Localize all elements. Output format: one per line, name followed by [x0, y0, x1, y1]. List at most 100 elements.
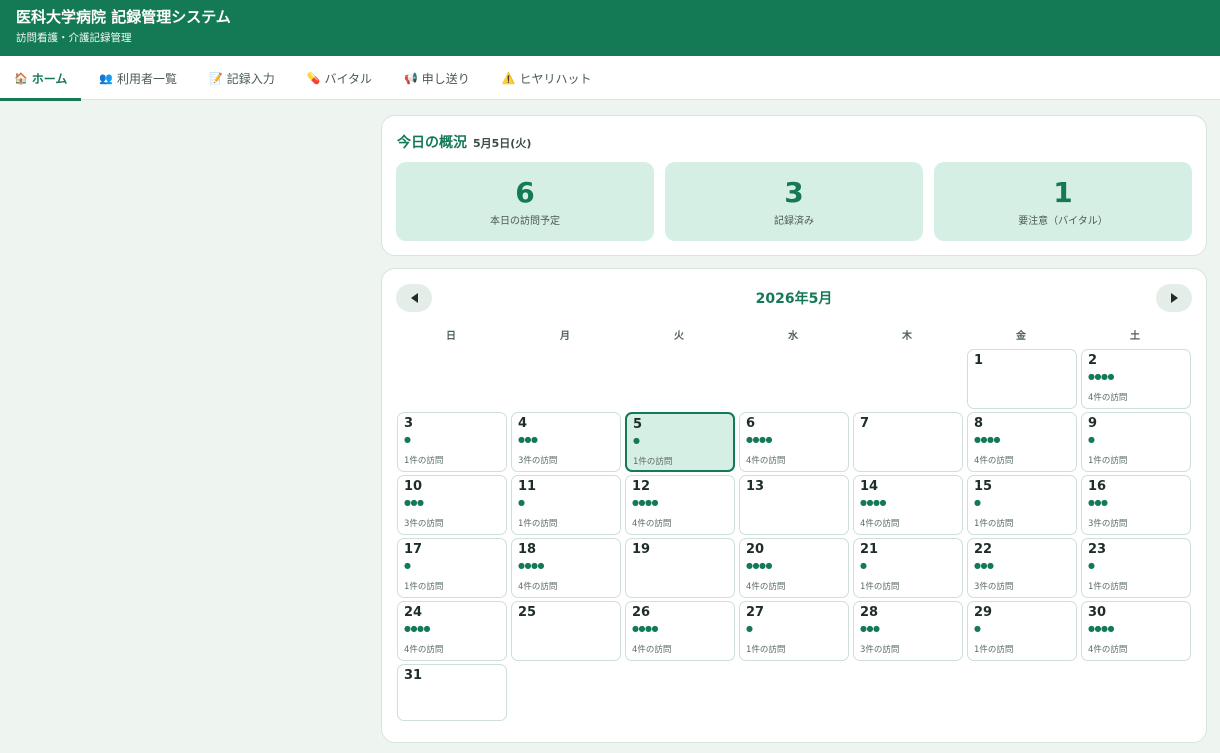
day-number: 9	[1088, 416, 1098, 431]
calendar-day[interactable]: 2 ●●●● 4件の訪問	[1081, 349, 1191, 409]
calendar-day[interactable]: 4 ●●● 3件の訪問	[511, 412, 621, 472]
today-summary-card: 今日の概況 5月5日(火) 6 本日の訪問予定 3 記録済み 1 要注意（バイタ…	[381, 115, 1207, 256]
tab-vitals[interactable]: 💊 バイタル	[293, 56, 386, 100]
calendar-day[interactable]: 1	[967, 349, 1077, 409]
calendar-day[interactable]: 7	[853, 412, 963, 472]
visit-count: 4件の訪問	[632, 645, 672, 655]
day-number: 28	[860, 605, 879, 620]
calendar-day[interactable]: 3 ● 1件の訪問	[397, 412, 507, 472]
stat-value: 3	[784, 176, 804, 209]
calendar-day[interactable]: 13	[739, 475, 849, 535]
calendar-day-today[interactable]: 5 ● 1件の訪問	[625, 412, 735, 472]
visit-count: 4件の訪問	[746, 456, 786, 466]
visit-count: 1件の訪問	[404, 582, 444, 592]
stat-visits-scheduled: 6 本日の訪問予定	[396, 162, 654, 241]
main-nav: 🏠 ホーム 👥 利用者一覧 📝 記録入力 💊 バイタル 📢 申し送り ⚠️ ヒヤ…	[0, 56, 1220, 101]
visit-count: 3件の訪問	[518, 456, 558, 466]
day-number: 16	[1088, 479, 1107, 494]
calendar-day[interactable]: 9 ● 1件の訪問	[1081, 412, 1191, 472]
calendar-day[interactable]: 10 ●●● 3件の訪問	[397, 475, 507, 535]
visit-dots: ●●●	[974, 561, 994, 570]
stat-label: 本日の訪問予定	[490, 216, 560, 227]
calendar-day[interactable]: 11 ● 1件の訪問	[511, 475, 621, 535]
tab-home[interactable]: 🏠 ホーム	[0, 56, 82, 101]
calendar-day[interactable]: 14 ●●●● 4件の訪問	[853, 475, 963, 535]
tab-user-list[interactable]: 👥 利用者一覧	[85, 56, 191, 100]
tab-label: 記録入力	[226, 71, 275, 86]
calendar-day[interactable]: 28 ●●● 3件の訪問	[853, 601, 963, 661]
visit-dots: ●●●	[518, 435, 538, 444]
visit-dots: ●	[404, 561, 411, 570]
calendar-day[interactable]: 15 ● 1件の訪問	[967, 475, 1077, 535]
day-number: 5	[633, 417, 643, 432]
visit-count: 1件の訪問	[633, 457, 673, 467]
calendar-day[interactable]: 6 ●●●● 4件の訪問	[739, 412, 849, 472]
summary-heading: 今日の概況	[397, 135, 467, 151]
calendar-card: 2026年5月 日 月 火 水 木 金 土 1 2 ●●●● 4件の訪問 3 ● 1件の訪問…	[381, 268, 1207, 743]
visit-count: 1件の訪問	[518, 519, 558, 529]
tab-label: ヒヤリハット	[519, 71, 592, 86]
day-number: 29	[974, 605, 993, 620]
visit-count: 1件の訪問	[860, 582, 900, 592]
visit-dots: ●	[1088, 561, 1095, 570]
visit-dots: ●●●●	[1088, 624, 1114, 633]
day-number: 3	[404, 416, 414, 431]
tab-handover[interactable]: 📢 申し送り	[390, 56, 484, 100]
day-number: 22	[974, 542, 993, 557]
day-number: 7	[860, 416, 870, 431]
tab-label: 申し送り	[421, 71, 470, 86]
calendar-day[interactable]: 16 ●●● 3件の訪問	[1081, 475, 1191, 535]
calendar-day[interactable]: 29 ● 1件の訪問	[967, 601, 1077, 661]
visit-dots: ●●●●	[404, 624, 430, 633]
visit-dots: ●●●●	[746, 561, 772, 570]
visit-dots: ●	[974, 624, 981, 633]
day-number: 17	[404, 542, 423, 557]
calendar-day[interactable]: 23 ● 1件の訪問	[1081, 538, 1191, 598]
calendar-day[interactable]: 24 ●●●● 4件の訪問	[397, 601, 507, 661]
visit-count: 1件の訪問	[1088, 582, 1128, 592]
calendar-day[interactable]: 27 ● 1件の訪問	[739, 601, 849, 661]
visit-count: 4件の訪問	[860, 519, 900, 529]
stat-label: 要注意（バイタル）	[1018, 216, 1108, 227]
summary-heading-row: 今日の概況 5月5日(火)	[397, 132, 531, 152]
day-number: 31	[404, 668, 423, 683]
calendar-day[interactable]: 31	[397, 664, 507, 721]
day-number: 1	[974, 353, 984, 368]
calendar-day[interactable]: 12 ●●●● 4件の訪問	[625, 475, 735, 535]
calendar-day[interactable]: 19	[625, 538, 735, 598]
tab-record-entry[interactable]: 📝 記録入力	[195, 56, 289, 100]
visit-dots: ●	[860, 561, 867, 570]
stat-value: 6	[515, 176, 535, 209]
calendar-day[interactable]: 25	[511, 601, 621, 661]
day-number: 11	[518, 479, 537, 494]
calendar-day[interactable]: 22 ●●● 3件の訪問	[967, 538, 1077, 598]
visit-count: 4件の訪問	[1088, 393, 1128, 403]
calendar-grid: 1 2 ●●●● 4件の訪問 3 ● 1件の訪問 4 ●●● 3件の訪問 5 ● 1件の訪問 6 ●●●● 4…	[382, 269, 1208, 744]
calendar-day[interactable]: 26 ●●●● 4件の訪問	[625, 601, 735, 661]
visit-dots: ●	[1088, 435, 1095, 444]
day-number: 30	[1088, 605, 1107, 620]
stat-value: 1	[1053, 176, 1073, 209]
visit-dots: ●	[974, 498, 981, 507]
visit-dots: ●	[518, 498, 525, 507]
visit-count: 1件の訪問	[974, 519, 1014, 529]
megaphone-icon: 📢	[404, 71, 418, 85]
visit-dots: ●●●●	[860, 498, 886, 507]
visit-count: 3件の訪問	[974, 582, 1014, 592]
visit-dots: ●●●●	[632, 624, 658, 633]
calendar-day[interactable]: 30 ●●●● 4件の訪問	[1081, 601, 1191, 661]
day-number: 21	[860, 542, 879, 557]
visit-dots: ●●●●	[518, 561, 544, 570]
memo-icon: 📝	[209, 71, 223, 85]
calendar-day[interactable]: 18 ●●●● 4件の訪問	[511, 538, 621, 598]
visit-count: 1件の訪問	[974, 645, 1014, 655]
calendar-day[interactable]: 8 ●●●● 4件の訪問	[967, 412, 1077, 472]
tab-incident[interactable]: ⚠️ ヒヤリハット	[488, 56, 606, 100]
app-header: 医科大学病院 記録管理システム 訪問看護・介護記録管理	[0, 0, 1220, 56]
calendar-day[interactable]: 21 ● 1件の訪問	[853, 538, 963, 598]
calendar-day[interactable]: 17 ● 1件の訪問	[397, 538, 507, 598]
day-number: 12	[632, 479, 651, 494]
visit-dots: ●	[746, 624, 753, 633]
visit-dots: ●●●●	[632, 498, 658, 507]
calendar-day[interactable]: 20 ●●●● 4件の訪問	[739, 538, 849, 598]
